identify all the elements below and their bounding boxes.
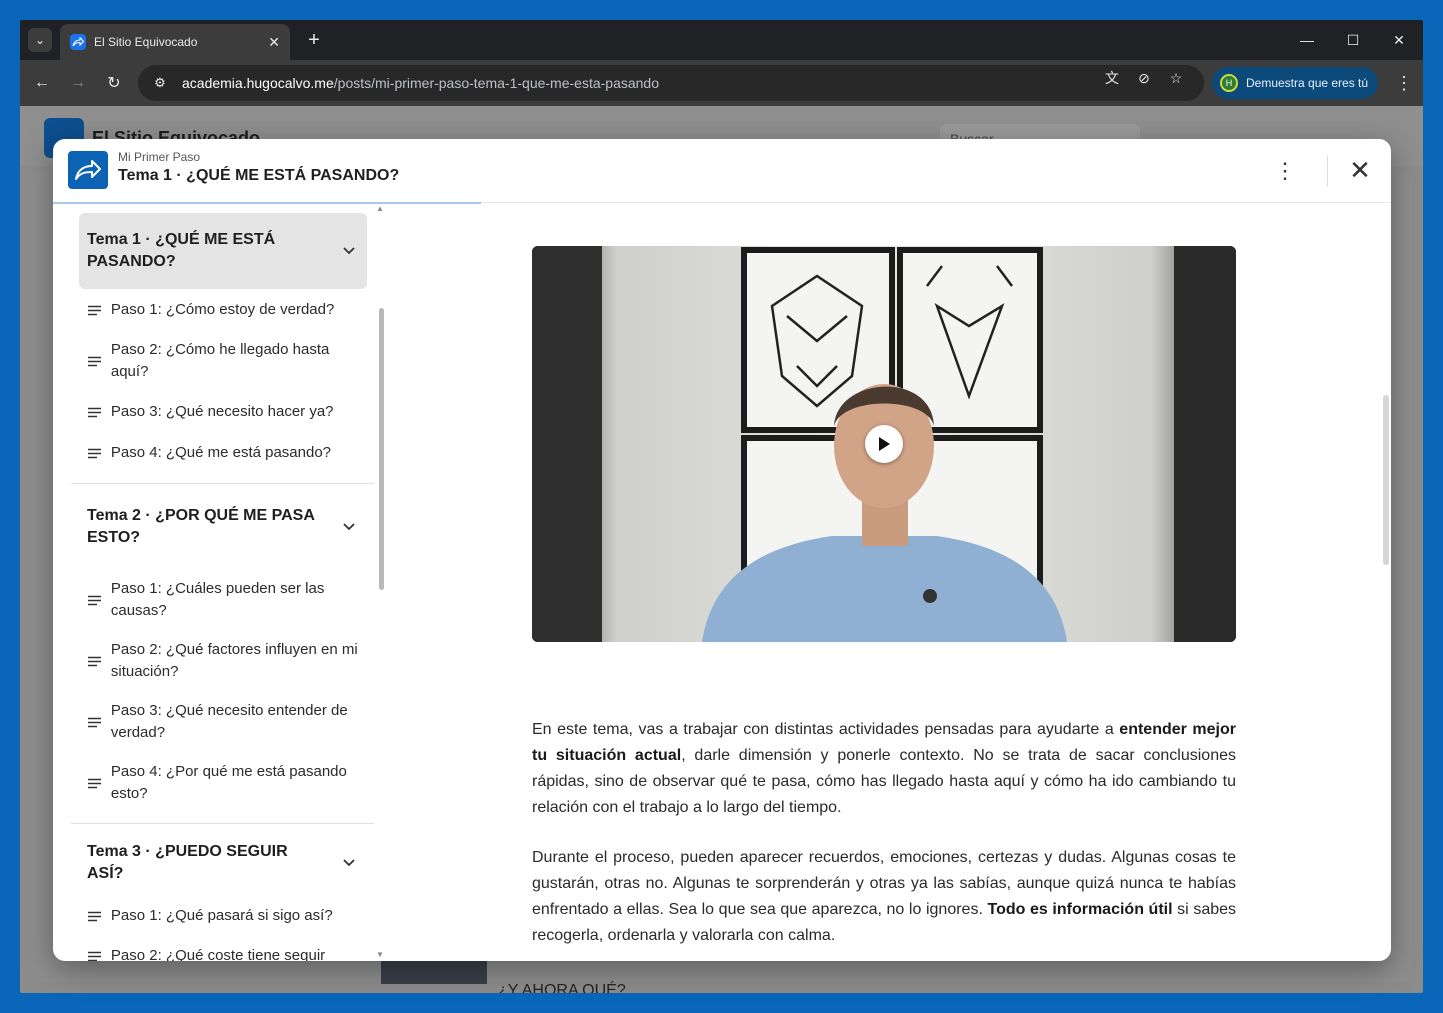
forward-button[interactable]: → bbox=[66, 71, 90, 95]
step-item[interactable]: Paso 2: ¿Qué factores influyen en mi sit… bbox=[87, 639, 359, 683]
site-favicon-icon bbox=[70, 34, 86, 50]
tab-search-button[interactable]: ⌄ bbox=[28, 28, 52, 52]
topic-title: Tema 2 · ¿POR QUÉ ME PASA ESTO? bbox=[87, 507, 315, 546]
header-divider bbox=[1327, 155, 1328, 187]
topic-1[interactable]: Tema 1 · ¿QUÉ ME ESTÁ PASANDO? bbox=[79, 213, 367, 289]
lesson-title: Tema 1 · ¿QUÉ ME ESTÁ PASANDO? bbox=[118, 167, 400, 184]
back-button[interactable]: ← bbox=[30, 71, 54, 95]
topic-2[interactable]: Tema 2 · ¿POR QUÉ ME PASA ESTO? bbox=[79, 497, 367, 557]
text-lines-icon bbox=[87, 656, 103, 667]
chevron-down-icon: ⌄ bbox=[34, 33, 46, 47]
step-label: Paso 4: ¿Por qué me está pasando esto? bbox=[110, 763, 347, 802]
video-player[interactable] bbox=[532, 246, 1236, 642]
maximize-window-button[interactable]: ☐ bbox=[1330, 20, 1376, 60]
step-item[interactable]: Paso 2: ¿Qué coste tiene seguir bbox=[87, 945, 359, 961]
step-item[interactable]: Paso 1: ¿Cuáles pueden ser las causas? bbox=[87, 578, 359, 622]
profile-chip[interactable]: H Demuestra que eres tú bbox=[1212, 67, 1378, 99]
step-label: Paso 1: ¿Cuáles pueden ser las causas? bbox=[110, 580, 325, 619]
translate-icon[interactable]: 文 bbox=[1102, 68, 1122, 88]
step-item[interactable]: Paso 1: ¿Cómo estoy de verdad? bbox=[87, 299, 359, 321]
topic-title: Tema 3 · ¿PUEDO SEGUIR ASÍ? bbox=[87, 843, 288, 882]
step-item[interactable]: Paso 4: ¿Qué me está pasando? bbox=[87, 442, 359, 464]
topic-divider bbox=[71, 483, 374, 484]
address-bar[interactable]: ⚙ academia.hugocalvo.me/posts/mi-primer-… bbox=[138, 65, 1204, 101]
profile-chip-label: Demuestra que eres tú bbox=[1246, 76, 1369, 90]
eye-off-icon[interactable]: ⊘ bbox=[1134, 68, 1154, 88]
step-label: Paso 1: ¿Cómo estoy de verdad? bbox=[110, 301, 335, 318]
step-item[interactable]: Paso 3: ¿Qué necesito entender de verdad… bbox=[87, 700, 359, 744]
step-label: Paso 1: ¿Qué pasará si sigo así? bbox=[110, 907, 333, 924]
course-name: Mi Primer Paso bbox=[118, 150, 201, 164]
close-window-button[interactable]: ✕ bbox=[1376, 20, 1422, 60]
step-item[interactable]: Paso 4: ¿Por qué me está pasando esto? bbox=[87, 761, 359, 805]
new-tab-button[interactable]: + bbox=[302, 28, 326, 52]
chevron-down-icon bbox=[339, 517, 359, 537]
background-item-title: ¿Y AHORA QUÉ? bbox=[498, 982, 626, 993]
text-lines-icon bbox=[87, 911, 103, 922]
text-lines-icon bbox=[87, 305, 103, 316]
modal-header: Mi Primer Paso Tema 1 · ¿QUÉ ME ESTÁ PAS… bbox=[53, 139, 1391, 204]
text-lines-icon bbox=[87, 951, 103, 962]
topic-3[interactable]: Tema 3 · ¿PUEDO SEGUIR ASÍ? bbox=[79, 843, 367, 882]
browser-menu-button[interactable]: ⋮ bbox=[1392, 71, 1416, 95]
play-button[interactable] bbox=[865, 425, 903, 463]
minimize-window-button[interactable]: — bbox=[1284, 20, 1330, 60]
close-tab-icon[interactable]: ✕ bbox=[268, 34, 280, 51]
reload-button[interactable]: ↻ bbox=[102, 71, 126, 95]
step-item[interactable]: Paso 3: ¿Qué necesito hacer ya? bbox=[87, 401, 359, 423]
course-sidebar: ▲ Tema 1 · ¿QUÉ ME ESTÁ PASANDO? Paso 1:… bbox=[53, 204, 388, 961]
chevron-down-icon bbox=[339, 853, 359, 873]
lesson-modal: Mi Primer Paso Tema 1 · ¿QUÉ ME ESTÁ PAS… bbox=[53, 139, 1391, 961]
step-label: Paso 3: ¿Qué necesito hacer ya? bbox=[110, 403, 334, 420]
tab-strip: ⌄ El Sitio Equivocado ✕ + — ☐ ✕ bbox=[20, 20, 1423, 60]
topic-divider bbox=[71, 823, 374, 824]
more-options-button[interactable]: ⋮ bbox=[1271, 157, 1299, 185]
content-scrollbar[interactable] bbox=[1383, 395, 1389, 565]
step-item[interactable]: Paso 1: ¿Qué pasará si sigo así? bbox=[87, 905, 359, 927]
scroll-up-icon[interactable]: ▲ bbox=[376, 204, 384, 213]
play-icon bbox=[879, 437, 890, 451]
bookmark-star-icon[interactable]: ☆ bbox=[1166, 68, 1186, 88]
tab-title: El Sitio Equivocado bbox=[94, 35, 198, 49]
chevron-down-icon bbox=[339, 241, 359, 261]
text-lines-icon bbox=[87, 778, 103, 789]
step-label: Paso 2: ¿Cómo he llegado hasta aquí? bbox=[110, 341, 330, 380]
step-label: Paso 4: ¿Qué me está pasando? bbox=[110, 444, 332, 461]
text-lines-icon bbox=[87, 356, 103, 367]
course-logo bbox=[68, 151, 108, 189]
share-arrow-icon bbox=[75, 160, 101, 180]
step-label: Paso 2: ¿Qué factores influyen en mi sit… bbox=[110, 641, 358, 680]
step-item[interactable]: Paso 2: ¿Cómo he llegado hasta aquí? bbox=[87, 339, 359, 383]
topic-title: Tema 1 · ¿QUÉ ME ESTÁ PASANDO? bbox=[87, 231, 276, 270]
browser-tab[interactable]: El Sitio Equivocado ✕ bbox=[60, 24, 290, 60]
intro-paragraph: En este tema, vas a trabajar con distint… bbox=[532, 721, 1237, 816]
step-label: Paso 2: ¿Qué coste tiene seguir bbox=[110, 947, 326, 961]
process-paragraph: Durante el proceso, pueden aparecer recu… bbox=[532, 849, 1237, 944]
text-lines-icon bbox=[87, 595, 103, 606]
close-modal-button[interactable]: ✕ bbox=[1345, 155, 1375, 185]
step-label: Paso 3: ¿Qué necesito entender de verdad… bbox=[110, 702, 348, 741]
text-lines-icon bbox=[87, 717, 103, 728]
scroll-down-icon[interactable]: ▼ bbox=[376, 950, 384, 959]
site-info-icon[interactable]: ⚙ bbox=[150, 73, 170, 93]
browser-toolbar: ← → ↻ ⚙ academia.hugocalvo.me/posts/mi-p… bbox=[20, 60, 1423, 106]
text-lines-icon bbox=[87, 448, 103, 459]
sidebar-scrollbar[interactable] bbox=[379, 308, 384, 590]
profile-avatar: H bbox=[1220, 74, 1238, 92]
text-lines-icon bbox=[87, 407, 103, 418]
url-text: academia.hugocalvo.me/posts/mi-primer-pa… bbox=[182, 75, 659, 91]
